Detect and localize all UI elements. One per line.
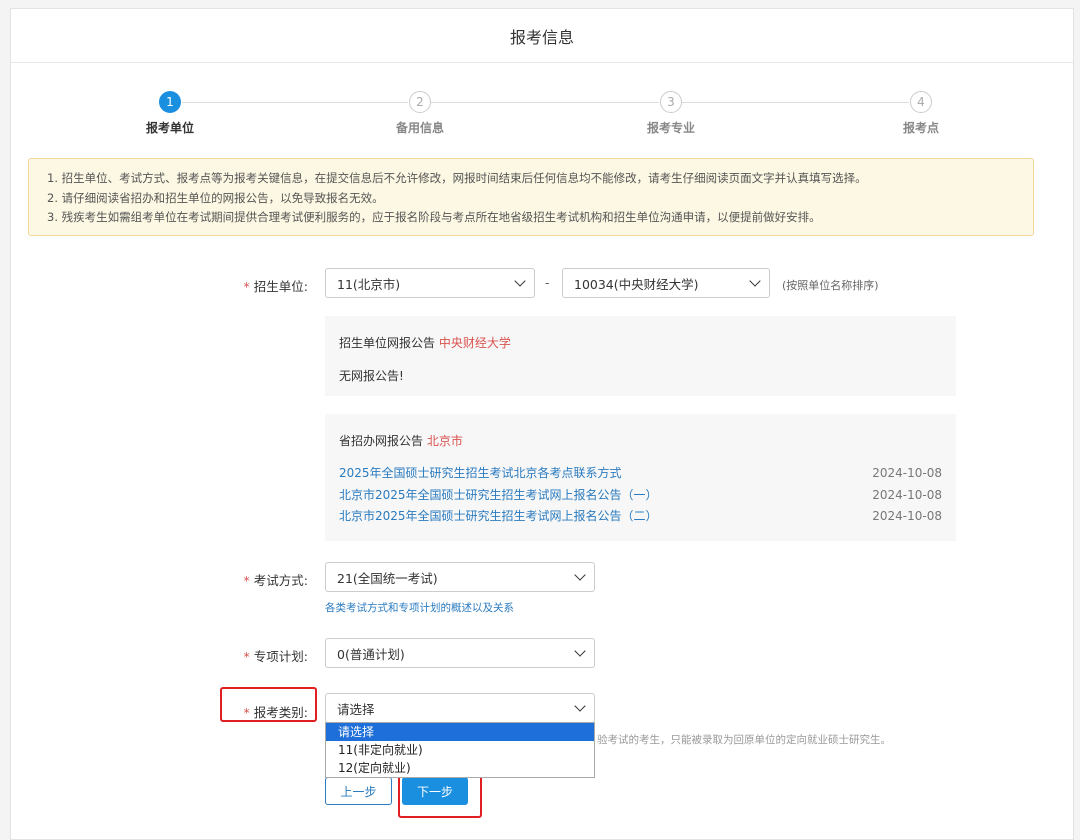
category-hint: 验考试的考生，只能被录取为回原单位的定向就业硕士研究生。: [597, 734, 891, 746]
chevron-down-icon: [514, 275, 526, 287]
province-announcement-title: 省招办网报公告 北京市: [339, 432, 942, 449]
announcement-item: 北京市2025年全国硕士研究生招生考试网上报名公告（一） 2024-10-08: [339, 485, 942, 507]
next-button-annotation: [398, 774, 482, 818]
unit-announcement-body: 无网报公告!: [339, 369, 404, 383]
special-plan-select-value: 0(普通计划): [337, 646, 405, 662]
exam-mode-info-link[interactable]: 各类考试方式和专项计划的概述以及关系: [325, 600, 514, 615]
category-dropdown-list[interactable]: 请选择 11(非定向就业) 12(定向就业): [325, 722, 595, 778]
step-2-circle: 2: [409, 91, 431, 113]
announcement-link[interactable]: 2025年全国硕士研究生招生考试北京各考点联系方式: [339, 463, 622, 485]
announcement-date: 2024-10-08: [872, 466, 942, 480]
step-connector: [682, 102, 909, 103]
province-select[interactable]: 11(北京市): [325, 268, 535, 298]
unit-label-text: 招生单位:: [253, 279, 308, 294]
province-announcement-region: 北京市: [426, 434, 463, 448]
chevron-down-icon: [749, 275, 761, 287]
unit-announcement-school: 中央财经大学: [438, 336, 511, 350]
unit-announcement-title-text: 招生单位网报公告: [339, 336, 436, 350]
school-select[interactable]: 10034(中央财经大学): [562, 268, 770, 298]
chevron-down-icon: [574, 700, 586, 712]
exam-mode-select[interactable]: 21(全国统一考试): [325, 562, 595, 592]
special-plan-label: * 专项计划:: [188, 646, 308, 665]
warning-notice: 1. 招生单位、考试方式、报考点等为报考关键信息，在提交信息后不允许修改，网报时…: [28, 158, 1034, 236]
exam-mode-label-text: 考试方式:: [253, 573, 308, 588]
notice-line: 1. 招生单位、考试方式、报考点等为报考关键信息，在提交信息后不允许修改，网报时…: [47, 171, 867, 185]
sort-hint: (按照单位名称排序): [782, 279, 879, 292]
category-option[interactable]: 11(非定向就业): [326, 741, 594, 759]
step-3-label: 报考专业: [646, 121, 696, 135]
category-option[interactable]: 请选择: [326, 723, 594, 741]
panel-title: 报考信息: [11, 9, 1073, 63]
category-select-value: 请选择: [337, 701, 375, 717]
category-option[interactable]: 12(定向就业): [326, 759, 594, 777]
province-announcement: 省招办网报公告 北京市 2025年全国硕士研究生招生考试北京各考点联系方式 20…: [325, 414, 956, 541]
notice-line: 2. 请仔细阅读省招办和招生单位的网报公告，以免导致报名无效。: [47, 190, 384, 205]
step-2-label: 备用信息: [395, 121, 445, 135]
step-connector: [182, 102, 408, 103]
province-select-value: 11(北京市): [337, 276, 401, 292]
required-mark: *: [243, 279, 250, 294]
special-plan-select[interactable]: 0(普通计划): [325, 638, 595, 668]
province-announcement-title-text: 省招办网报公告: [339, 434, 424, 448]
announcement-item: 2025年全国硕士研究生招生考试北京各考点联系方式 2024-10-08: [339, 463, 942, 485]
school-select-value: 10034(中央财经大学): [574, 276, 699, 292]
chevron-down-icon: [574, 569, 586, 581]
special-plan-label-text: 专项计划:: [253, 649, 308, 664]
step-1-label: 报考单位: [145, 121, 195, 135]
required-mark: *: [243, 573, 250, 588]
category-select[interactable]: 请选择: [325, 693, 595, 723]
step-connector: [431, 102, 659, 103]
step-4-label: 报考点: [902, 121, 940, 135]
separator: -: [545, 276, 550, 290]
exam-mode-label: * 考试方式:: [188, 570, 308, 589]
unit-label: * 招生单位:: [188, 276, 308, 295]
category-label-annotation: [220, 687, 317, 722]
step-4-circle: 4: [910, 91, 932, 113]
step-3-circle: 3: [660, 91, 682, 113]
exam-mode-select-value: 21(全国统一考试): [337, 570, 438, 586]
notice-line: 3. 残疾考生如需组考单位在考试期间提供合理考试便利服务的，应于报名阶段与考点所…: [47, 210, 821, 224]
chevron-down-icon: [574, 645, 586, 657]
announcement-link[interactable]: 北京市2025年全国硕士研究生招生考试网上报名公告（一）: [339, 485, 658, 507]
announcement-date: 2024-10-08: [872, 509, 942, 523]
step-1-circle: 1: [159, 91, 181, 113]
announcement-date: 2024-10-08: [872, 487, 942, 502]
announcement-link[interactable]: 北京市2025年全国硕士研究生招生考试网上报名公告（二）: [339, 506, 658, 528]
unit-announcement: 招生单位网报公告 中央财经大学 无网报公告!: [325, 316, 956, 396]
unit-announcement-title: 招生单位网报公告 中央财经大学: [339, 334, 942, 351]
prev-button[interactable]: 上一步: [325, 777, 392, 805]
announcement-item: 北京市2025年全国硕士研究生招生考试网上报名公告（二） 2024-10-08: [339, 506, 942, 528]
required-mark: *: [243, 649, 250, 664]
